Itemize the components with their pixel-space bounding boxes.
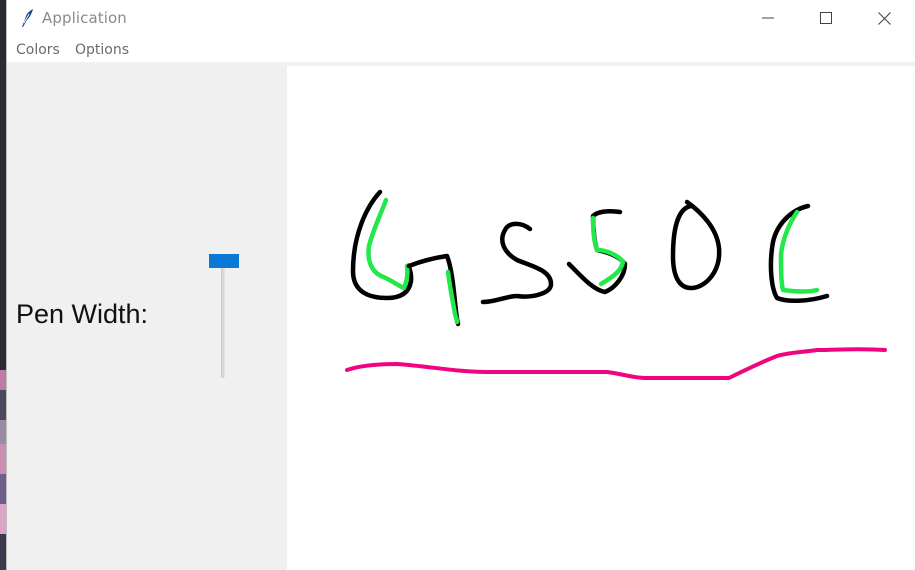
stroke-green-5 bbox=[590, 215, 626, 287]
stroke-pink-underline bbox=[345, 347, 887, 381]
menu-bar: Colors Options bbox=[7, 36, 915, 66]
stroke-black-0 bbox=[670, 199, 722, 291]
controls-panel: Pen Width: bbox=[7, 66, 286, 570]
stroke-green-g bbox=[366, 197, 410, 291]
minimize-button[interactable] bbox=[739, 0, 797, 36]
menu-colors[interactable]: Colors bbox=[16, 42, 60, 58]
feather-icon bbox=[18, 8, 36, 28]
title-bar[interactable]: Application bbox=[7, 0, 915, 36]
application-window: Application Colors Options Pen Width: bbox=[6, 0, 915, 570]
window-title: Application bbox=[42, 9, 127, 27]
pen-width-slider-thumb[interactable] bbox=[209, 254, 239, 268]
close-icon bbox=[877, 11, 891, 25]
pen-width-label: Pen Width: bbox=[16, 299, 149, 329]
close-button[interactable] bbox=[855, 0, 913, 36]
maximize-button[interactable] bbox=[797, 0, 855, 36]
stroke-black-s1 bbox=[480, 221, 554, 305]
stroke-green-c bbox=[778, 209, 820, 294]
pen-width-slider-track[interactable] bbox=[221, 256, 225, 378]
drawing-strokes bbox=[345, 189, 887, 381]
minimize-icon bbox=[762, 12, 774, 24]
menu-options[interactable]: Options bbox=[75, 42, 129, 58]
drawing-canvas[interactable] bbox=[287, 66, 915, 570]
maximize-icon bbox=[820, 12, 832, 24]
